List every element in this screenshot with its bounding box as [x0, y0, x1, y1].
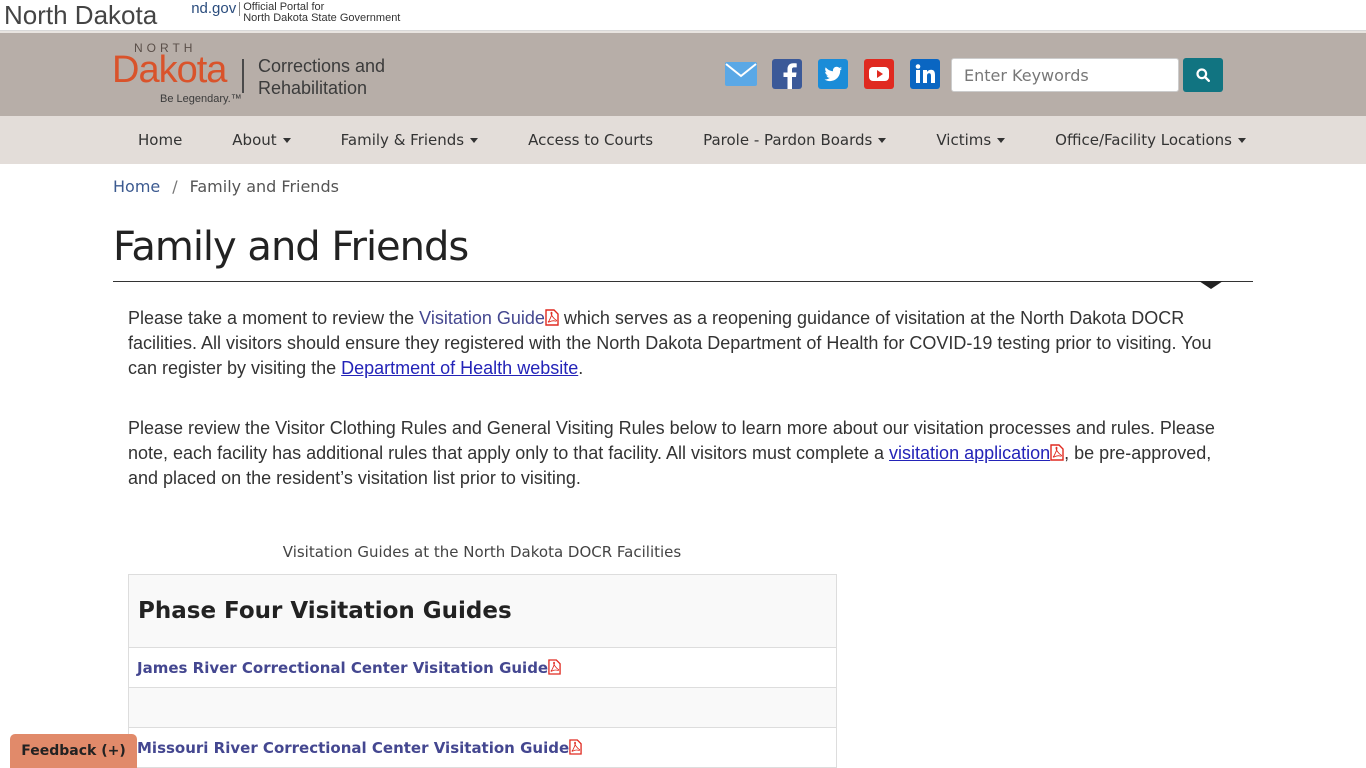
visitation-guide-link[interactable]: Visitation Guide: [419, 308, 559, 328]
search-icon: [1196, 68, 1210, 82]
pdf-icon: [569, 738, 582, 755]
caret-down-icon: [997, 137, 1006, 143]
logo-tagline: Be Legendary.™: [160, 93, 242, 105]
p1-text-c: .: [578, 358, 584, 378]
jrcc-guide-label: James River Correctional Center Visitati…: [137, 658, 549, 677]
paragraph-reopening: Please take a moment to review the Visit…: [128, 306, 1238, 381]
mrcc-guide-label: Missouri River Correctional Center Visit…: [137, 738, 570, 757]
social-links: [724, 59, 942, 89]
visitation-application-label: visitation application: [889, 443, 1051, 463]
jrcc-guide-link[interactable]: James River Correctional Center Visitati…: [137, 659, 561, 677]
nav-family-friends[interactable]: Family & Friends: [316, 116, 503, 164]
nav-about-label: About: [232, 131, 277, 149]
official-line-2: North Dakota State Government: [243, 12, 401, 24]
nav-parole-label: Parole - Pardon Boards: [703, 131, 873, 149]
table-row: [129, 688, 836, 728]
logo-dakota: Dakota: [112, 49, 227, 91]
search-button[interactable]: [1183, 58, 1223, 92]
department-of-health-link[interactable]: Department of Health website: [341, 358, 578, 378]
nav-victims-label: Victims: [936, 131, 992, 149]
intro-text: Please take a moment to review the Visit…: [113, 306, 1238, 491]
mrcc-guide-link[interactable]: Missouri River Correctional Center Visit…: [137, 739, 582, 757]
breadcrumb: Home / Family and Friends: [113, 177, 1253, 196]
caret-down-icon: [878, 137, 887, 143]
youtube-icon[interactable]: [862, 59, 896, 89]
nav-office-label: Office/Facility Locations: [1055, 131, 1232, 149]
search-input[interactable]: [951, 58, 1179, 92]
nav-victims[interactable]: Victims: [911, 116, 1030, 164]
nav-about[interactable]: About: [207, 116, 315, 164]
visitation-guide-link-label: Visitation Guide: [419, 308, 545, 328]
visitation-guides-table: Phase Four Visitation Guides James River…: [128, 574, 837, 768]
nav-home[interactable]: Home: [113, 116, 207, 164]
caret-down-icon: [282, 137, 291, 143]
nav-home-label: Home: [138, 131, 183, 149]
pdf-icon: [545, 309, 559, 326]
page-title: Family and Friends: [113, 224, 469, 270]
logo-department: Corrections and Rehabilitation: [258, 55, 385, 99]
logo-divider: [242, 59, 244, 93]
site-header: NORTH Dakota Be Legendary.™ Corrections …: [0, 31, 1366, 116]
nav-office-locations[interactable]: Office/Facility Locations: [1030, 116, 1271, 164]
caret-down-icon: [1238, 137, 1246, 143]
nav-access-courts-label: Access to Courts: [528, 131, 654, 149]
facebook-icon[interactable]: [770, 59, 804, 89]
table-row: Missouri River Correctional Center Visit…: [129, 728, 836, 768]
caret-down-icon: [470, 137, 479, 143]
nav-access-to-courts[interactable]: Access to Courts: [503, 116, 678, 164]
linkedin-icon[interactable]: [908, 59, 942, 89]
nav-parole-pardon[interactable]: Parole - Pardon Boards: [678, 116, 911, 164]
paragraph-visiting-rules: Please review the Visitor Clothing Rules…: [128, 416, 1238, 491]
dept-line-2: Rehabilitation: [258, 78, 368, 98]
docr-logo[interactable]: NORTH Dakota Be Legendary.™ Corrections …: [112, 41, 392, 111]
visitation-application-link[interactable]: visitation application: [889, 443, 1064, 463]
search-form: [951, 58, 1223, 92]
rule-notch: [1199, 281, 1223, 289]
table-row: James River Correctional Center Visitati…: [129, 648, 836, 688]
feedback-button[interactable]: Feedback (+): [10, 734, 137, 768]
table-caption: Visitation Guides at the North Dakota DO…: [282, 543, 682, 561]
breadcrumb-current: Family and Friends: [189, 177, 339, 196]
official-portal-text: Official Portal for North Dakota State G…: [240, 2, 400, 24]
breadcrumb-home[interactable]: Home: [113, 177, 160, 196]
pdf-icon: [548, 658, 561, 675]
state-name[interactable]: North Dakota: [4, 0, 157, 30]
email-icon[interactable]: [724, 59, 758, 89]
title-rule: [113, 281, 1253, 289]
main-content: Home / Family and Friends Family and Frien…: [113, 165, 1253, 768]
pdf-icon: [1050, 444, 1064, 461]
twitter-icon[interactable]: [816, 59, 850, 89]
breadcrumb-separator: /: [172, 177, 178, 196]
main-nav: Home About Family & Friends Access to Co…: [0, 116, 1366, 164]
dept-line-1: Corrections and: [258, 56, 386, 76]
nav-family-friends-label: Family & Friends: [340, 131, 465, 149]
table-heading: Phase Four Visitation Guides: [129, 575, 836, 648]
p1-text-a: Please take a moment to review the: [128, 308, 420, 328]
state-portal-bar: North Dakota nd.gov Official Portal for …: [0, 0, 1366, 31]
ndgov-link[interactable]: nd.gov Official Portal for North Dakota …: [191, 1, 400, 24]
ndgov-brand: nd.gov: [191, 1, 241, 16]
